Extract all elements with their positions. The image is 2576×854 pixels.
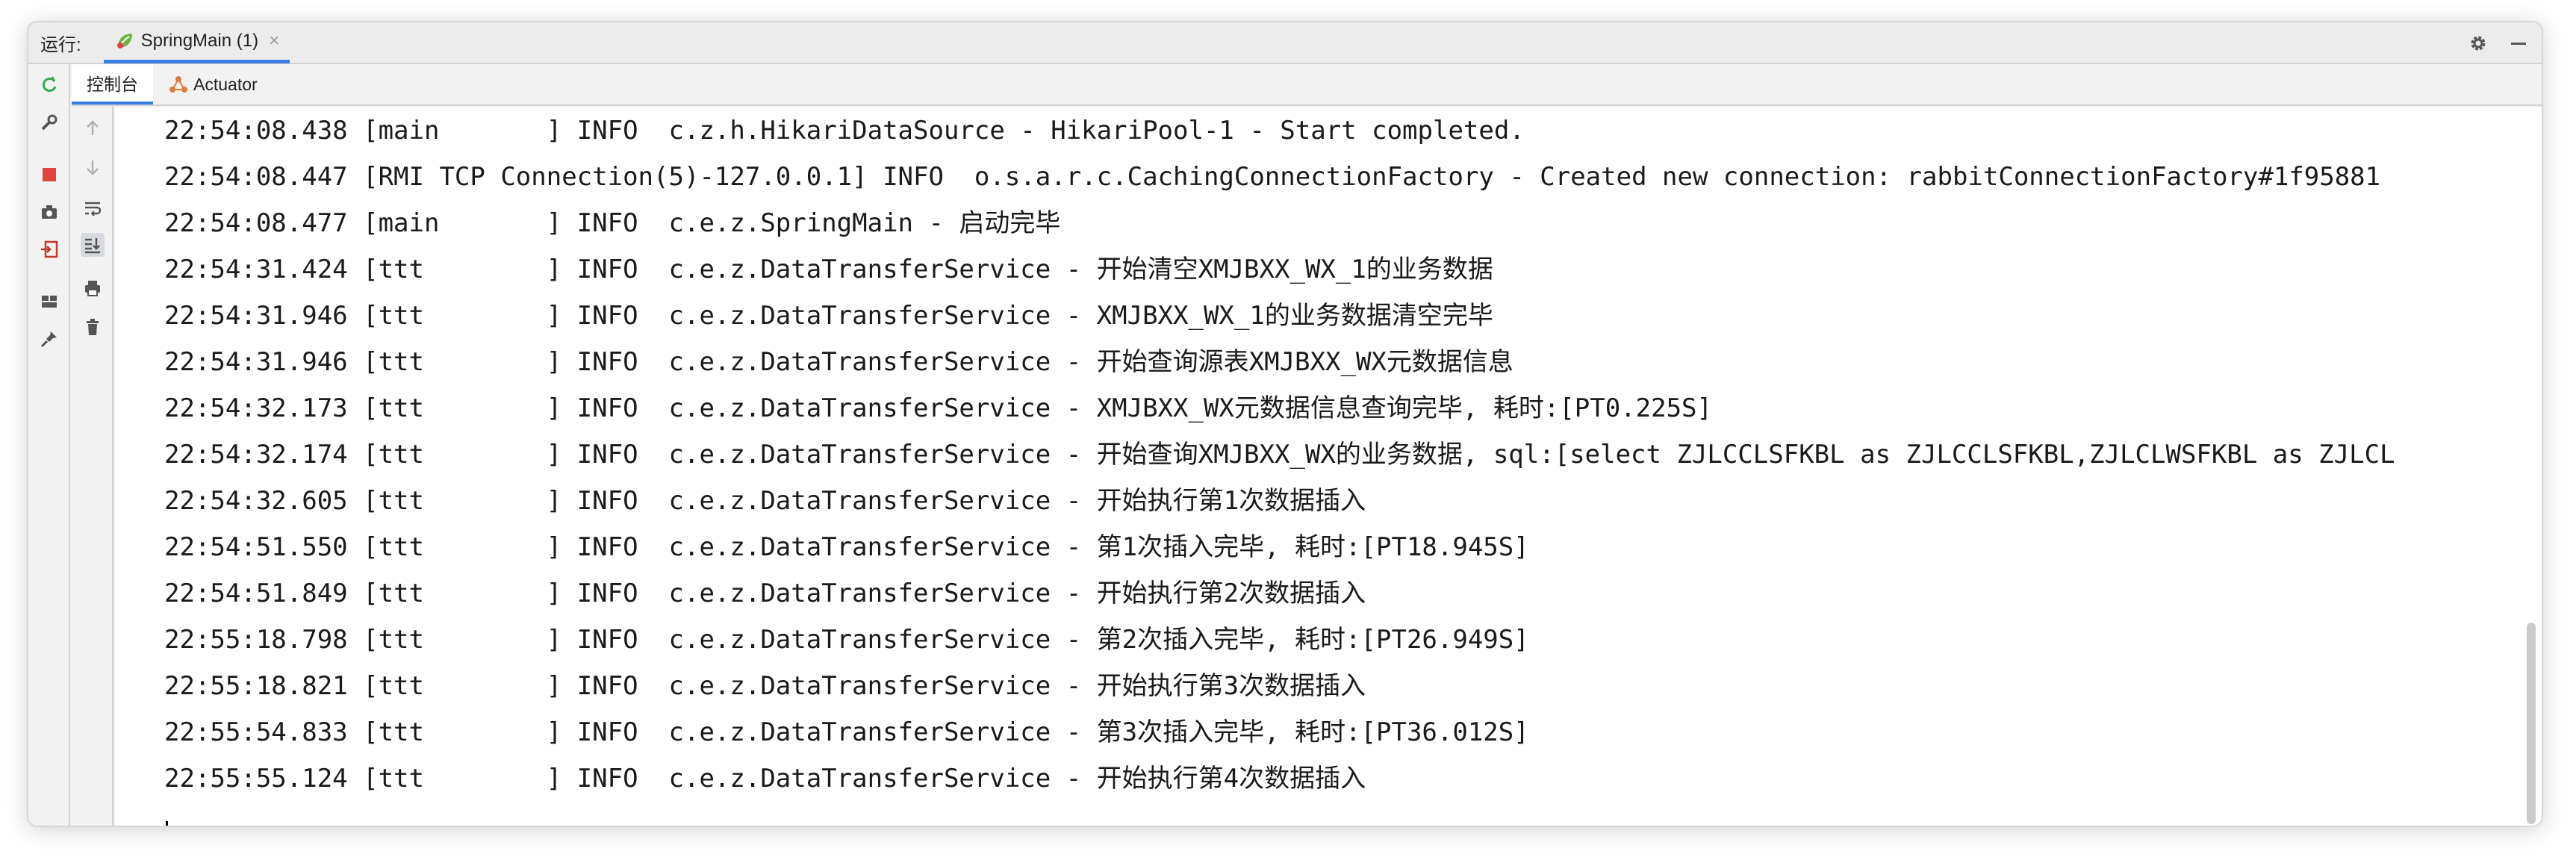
- log-line: 22:54:32.173 [ttt ] INFO c.e.z.DataTrans…: [164, 393, 1712, 423]
- trash-icon[interactable]: [81, 315, 105, 339]
- log-line: 22:54:31.946 [ttt ] INFO c.e.z.DataTrans…: [164, 301, 1493, 331]
- console-tabs: 控制台 Actuator: [72, 64, 2542, 106]
- spring-leaf-icon: [116, 33, 132, 49]
- print-icon[interactable]: [81, 276, 105, 300]
- log-line: 22:55:54.833 [ttt ] INFO c.e.z.DataTrans…: [164, 717, 1529, 747]
- down-arrow-icon[interactable]: [81, 155, 105, 179]
- log-line: 22:54:32.174 [ttt ] INFO c.e.z.DataTrans…: [164, 440, 2395, 470]
- tab-console-label: 控制台: [87, 75, 138, 94]
- run-tool-window: 运行: SpringMain (1) × 控制台 Actuator 22:54:…: [27, 21, 2543, 827]
- run-label: 运行:: [40, 34, 81, 55]
- stop-icon[interactable]: [39, 164, 60, 185]
- log-lines: 22:54:08.438 [main ] INFO c.z.h.HikariDa…: [164, 107, 2395, 802]
- gear-icon[interactable]: [2468, 34, 2488, 53]
- run-tab-springmain[interactable]: SpringMain (1) ×: [103, 22, 290, 63]
- scroll-to-end-icon[interactable]: [81, 233, 105, 257]
- console-output[interactable]: 22:54:08.438 [main ] INFO c.z.h.HikariDa…: [115, 107, 2542, 826]
- left-toolbar: [28, 64, 70, 826]
- run-tab-label: SpringMain (1): [140, 30, 259, 51]
- console-toolbar: [72, 106, 113, 826]
- layout-icon[interactable]: [39, 291, 60, 312]
- up-arrow-icon[interactable]: [81, 116, 105, 140]
- log-line: 22:54:08.477 [main ] INFO c.e.z.SpringMa…: [164, 208, 1061, 238]
- log-line: 22:54:32.605 [ttt ] INFO c.e.z.DataTrans…: [164, 486, 1366, 516]
- text-caret: [166, 821, 168, 826]
- rerun-icon[interactable]: [39, 75, 60, 96]
- camera-icon[interactable]: [39, 202, 60, 222]
- close-icon[interactable]: ×: [269, 31, 279, 52]
- log-line: 22:54:51.550 [ttt ] INFO c.e.z.DataTrans…: [164, 532, 1529, 562]
- pin-icon[interactable]: [39, 328, 60, 349]
- log-line: 22:55:18.821 [ttt ] INFO c.e.z.DataTrans…: [164, 671, 1366, 701]
- minimize-icon[interactable]: [2509, 34, 2528, 53]
- tab-actuator[interactable]: Actuator: [153, 64, 273, 105]
- tab-actuator-label: Actuator: [193, 74, 258, 94]
- log-line: 22:54:31.946 [ttt ] INFO c.e.z.DataTrans…: [164, 347, 1513, 377]
- log-line: 22:54:08.447 [RMI TCP Connection(5)-127.…: [164, 162, 2381, 192]
- wrench-icon[interactable]: [39, 112, 60, 133]
- log-line: 22:54:08.438 [main ] INFO c.z.h.HikariDa…: [164, 116, 1525, 146]
- log-line: 22:55:55.124 [ttt ] INFO c.e.z.DataTrans…: [164, 764, 1366, 794]
- scrollbar-thumb[interactable]: [2527, 623, 2536, 824]
- actuator-icon: [169, 76, 187, 93]
- log-line: 22:54:51.849 [ttt ] INFO c.e.z.DataTrans…: [164, 579, 1366, 608]
- soft-wrap-icon[interactable]: [81, 196, 105, 219]
- vertical-scrollbar[interactable]: [2524, 107, 2537, 826]
- log-line: 22:54:31.424 [ttt ] INFO c.e.z.DataTrans…: [164, 255, 1493, 284]
- tab-console[interactable]: 控制台: [72, 64, 153, 105]
- login-icon[interactable]: [39, 239, 60, 260]
- log-line: 22:55:18.798 [ttt ] INFO c.e.z.DataTrans…: [164, 625, 1529, 655]
- run-toolbar: 运行: SpringMain (1) ×: [28, 22, 2542, 64]
